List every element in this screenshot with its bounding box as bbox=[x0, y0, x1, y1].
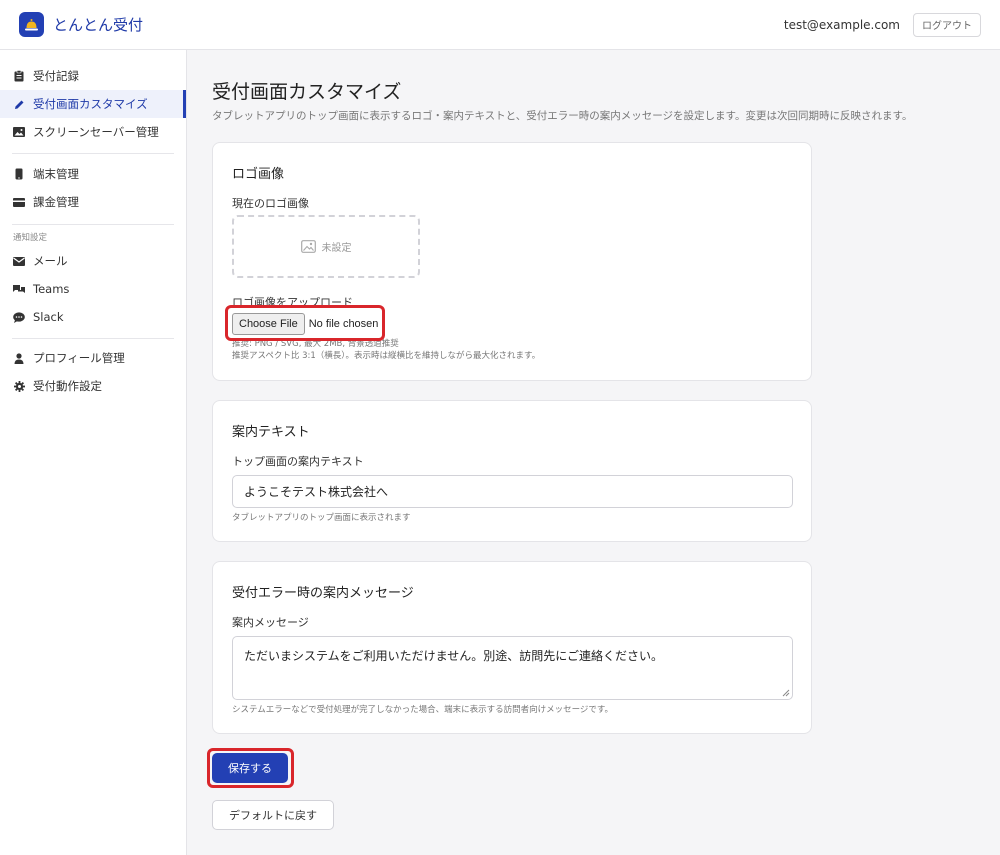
image-icon bbox=[13, 126, 25, 138]
comment-icon bbox=[13, 311, 25, 323]
mail-icon bbox=[13, 255, 25, 267]
save-button-highlight bbox=[207, 748, 294, 788]
sidebar-item-reception-settings[interactable]: 受付動作設定 bbox=[0, 372, 186, 400]
sidebar: 受付記録 受付画面カスタマイズ スクリーンセーバー管理 端末管理 課金管理 通知… bbox=[0, 50, 187, 855]
sidebar-item-label: プロフィール管理 bbox=[33, 351, 125, 365]
guide-text-input[interactable]: ようこそテスト株式会社へ bbox=[232, 475, 793, 508]
sidebar-item-label: Teams bbox=[33, 282, 70, 296]
logo-preview-placeholder: 未設定 bbox=[232, 215, 420, 278]
sidebar-item-mail[interactable]: メール bbox=[0, 247, 186, 275]
app-logo[interactable] bbox=[19, 12, 44, 37]
card-title: 案内テキスト bbox=[232, 425, 310, 440]
page-title: 受付画面カスタマイズ bbox=[212, 81, 402, 103]
reset-default-button[interactable]: デフォルトに戻す bbox=[212, 800, 334, 830]
sidebar-item-label: メール bbox=[33, 254, 68, 268]
bell-icon bbox=[25, 18, 38, 30]
sidebar-item-label: 受付画面カスタマイズ bbox=[33, 97, 148, 111]
sidebar-item-teams[interactable]: Teams bbox=[0, 275, 186, 303]
sidebar-item-label: Slack bbox=[33, 310, 64, 324]
user-email: test@example.com bbox=[783, 17, 900, 32]
upload-hint-aspect: 推奨アスペクト比 3:1（横長）。表示時は縦横比を維持しながら最大化されます。 bbox=[232, 351, 541, 361]
placeholder-text: 未設定 bbox=[321, 243, 352, 254]
logo-card: ロゴ画像 現在のロゴ画像 未設定 ロゴ画像をアップロード Choose File… bbox=[212, 142, 812, 381]
top-bar: とんとん受付 test@example.com ログアウト bbox=[0, 0, 1000, 50]
logout-button[interactable]: ログアウト bbox=[913, 12, 981, 37]
card-title: 受付エラー時の案内メッセージ bbox=[232, 586, 414, 601]
chat-icon bbox=[13, 283, 25, 295]
sidebar-item-label: スクリーンセーバー管理 bbox=[33, 125, 159, 139]
page-description: タブレットアプリのトップ画面に表示するロゴ・案内テキストと、受付エラー時の案内メ… bbox=[212, 110, 913, 122]
guide-text-label: トップ画面の案内テキスト bbox=[232, 455, 364, 468]
gear-icon bbox=[13, 380, 25, 392]
sidebar-item-reception-log[interactable]: 受付記録 bbox=[0, 62, 186, 90]
clipboard-icon bbox=[13, 70, 25, 82]
error-message-textarea[interactable]: ただいまシステムをご利用いただけません。別途、訪問先にご連絡ください。 bbox=[232, 636, 793, 700]
sidebar-item-label: 端末管理 bbox=[33, 167, 79, 181]
guide-text-hint: タブレットアプリのトップ画面に表示されます bbox=[232, 513, 411, 523]
sidebar-item-label: 受付記録 bbox=[33, 69, 79, 83]
error-message-value: ただいまシステムをご利用いただけません。別途、訪問先にご連絡ください。 bbox=[244, 649, 664, 663]
sidebar-item-billing[interactable]: 課金管理 bbox=[0, 188, 186, 216]
sidebar-item-screen-customize[interactable]: 受付画面カスタマイズ bbox=[0, 90, 186, 118]
image-icon bbox=[300, 240, 316, 253]
sidebar-item-label: 受付動作設定 bbox=[33, 379, 102, 393]
credit-card-icon bbox=[13, 196, 25, 208]
pencil-icon bbox=[13, 98, 25, 110]
sidebar-item-label: 課金管理 bbox=[33, 195, 79, 209]
section-label-notifications: 通知設定 bbox=[13, 233, 48, 243]
error-message-card: 受付エラー時の案内メッセージ 案内メッセージ ただいまシステムをご利用いただけま… bbox=[212, 561, 812, 734]
error-message-label: 案内メッセージ bbox=[232, 616, 309, 629]
current-logo-label: 現在のロゴ画像 bbox=[232, 197, 309, 210]
tablet-icon bbox=[13, 168, 25, 180]
app-name[interactable]: とんとん受付 bbox=[53, 14, 143, 35]
guide-text-card: 案内テキスト トップ画面の案内テキスト ようこそテスト株式会社へ タブレットアプ… bbox=[212, 400, 812, 542]
sidebar-item-slack[interactable]: Slack bbox=[0, 303, 186, 331]
sidebar-item-profile[interactable]: プロフィール管理 bbox=[0, 344, 186, 372]
user-icon bbox=[13, 352, 25, 364]
file-input-highlight bbox=[225, 305, 385, 341]
card-title: ロゴ画像 bbox=[232, 167, 285, 182]
sidebar-item-screensaver[interactable]: スクリーンセーバー管理 bbox=[0, 118, 186, 146]
error-message-hint: システムエラーなどで受付処理が完了しなかった場合、端末に表示する訪問者向けメッセ… bbox=[232, 705, 614, 715]
sidebar-item-devices[interactable]: 端末管理 bbox=[0, 160, 186, 188]
resize-handle-icon[interactable] bbox=[782, 689, 790, 697]
